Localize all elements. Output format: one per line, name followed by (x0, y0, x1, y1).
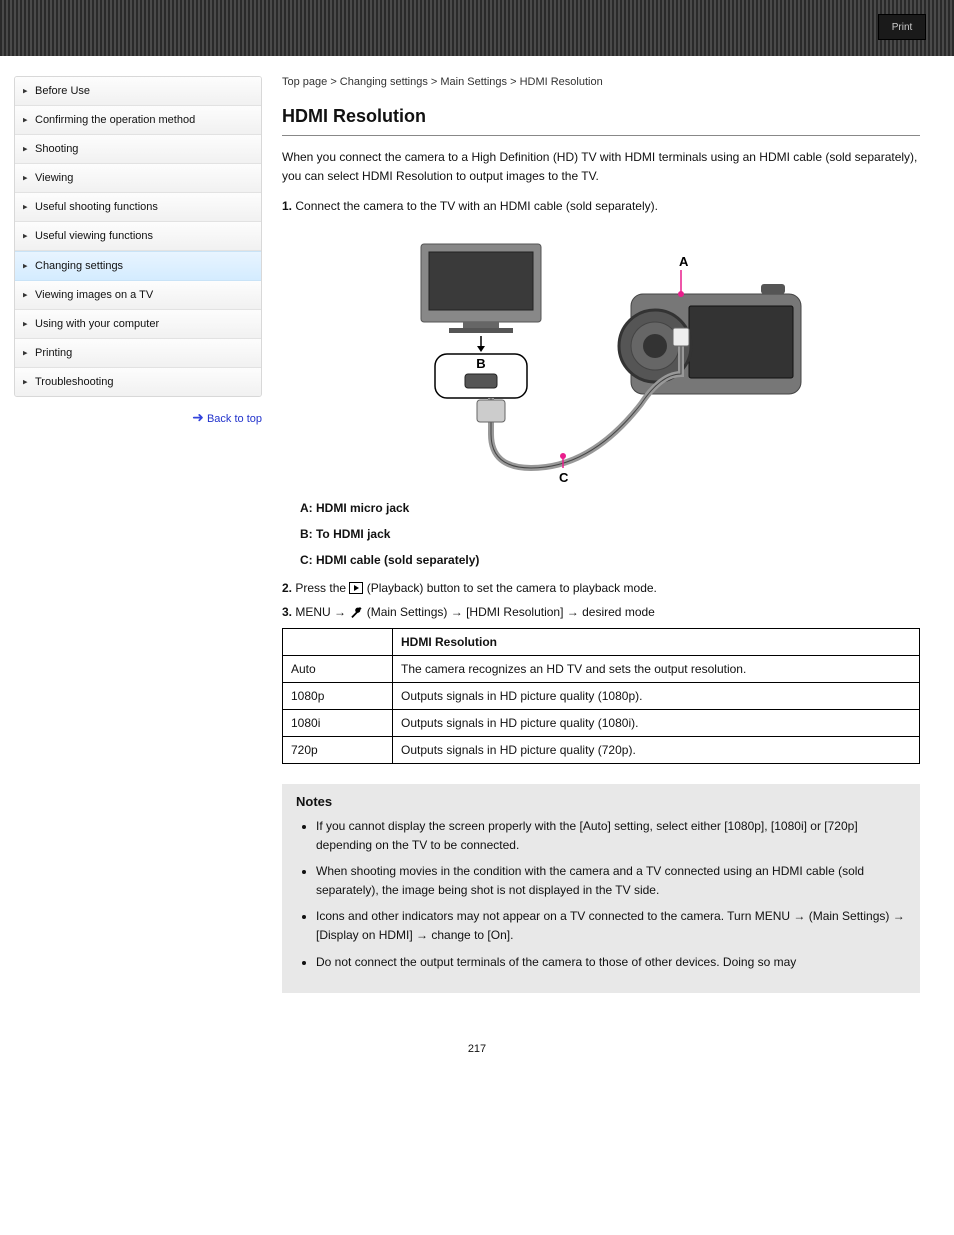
step3-b: (Main Settings) (367, 605, 451, 619)
table-header-cell (283, 628, 393, 655)
resolution-table: HDMI Resolution Auto The camera recogniz… (282, 628, 920, 764)
table-cell: Outputs signals in HD picture quality (1… (393, 682, 920, 709)
step-text-pre: Press the (292, 581, 349, 595)
step3-a: MENU (292, 605, 334, 619)
table-row: 720p Outputs signals in HD picture quali… (283, 736, 920, 763)
arrow-right-icon: ➜ (192, 409, 204, 425)
diagram-label-c: C: HDMI cable (sold separately) (300, 553, 920, 567)
table-cell: Outputs signals in HD picture quality (7… (393, 736, 920, 763)
back-to-top: ➜ Back to top (14, 409, 262, 426)
sidebar-item-label: Changing settings (35, 260, 123, 272)
sidebar-item-printing[interactable]: Printing (15, 339, 261, 368)
table-row: Auto The camera recognizes an HD TV and … (283, 655, 920, 682)
step-text-post: (Playback) button to set the camera to p… (367, 581, 657, 595)
svg-text:A: A (679, 254, 689, 269)
sidebar-item-label: Using with your computer (35, 318, 159, 330)
title-divider (282, 135, 920, 136)
diagram-label-a: A: HDMI micro jack (300, 501, 920, 515)
page-title: HDMI Resolution (282, 106, 920, 127)
list-item: When shooting movies in the condition wi… (316, 862, 906, 899)
notes-box: Notes If you cannot display the screen p… (282, 784, 920, 993)
table-cell: 1080i (283, 709, 393, 736)
sidebar-item-shooting[interactable]: Shooting (15, 135, 261, 164)
table-row: 1080i Outputs signals in HD picture qual… (283, 709, 920, 736)
step-number: 1. (282, 199, 292, 213)
sidebar-item-label: Printing (35, 347, 72, 359)
table-header-cell: HDMI Resolution (393, 628, 920, 655)
main-content: Top page > Changing settings > Main Sett… (282, 76, 940, 993)
sidebar-item-label: Confirming the operation method (35, 114, 195, 126)
step3-d: desired mode (582, 605, 655, 619)
intro-paragraph: When you connect the camera to a High De… (282, 148, 920, 185)
step-number: 2. (282, 581, 292, 595)
back-to-top-link[interactable]: Back to top (207, 413, 262, 425)
sidebar-item-label: Troubleshooting (35, 376, 113, 388)
sidebar-item-useful-viewing[interactable]: Useful viewing functions (15, 222, 261, 251)
step-text: Connect the camera to the TV with an HDM… (292, 199, 658, 213)
sidebar-item-viewing-tv[interactable]: Viewing images on a TV (15, 281, 261, 310)
table-cell: 720p (283, 736, 393, 763)
print-button[interactable]: Print (878, 14, 926, 40)
sidebar-item-viewing[interactable]: Viewing (15, 164, 261, 193)
playback-icon (349, 582, 363, 594)
page-number: 217 (0, 1033, 954, 1075)
table-cell: 1080p (283, 682, 393, 709)
sidebar-item-changing-settings[interactable]: Changing settings (15, 251, 261, 281)
notes-list: If you cannot display the screen properl… (296, 817, 906, 971)
list-item: Do not connect the output terminals of t… (316, 953, 906, 972)
sidebar-item-label: Shooting (35, 143, 78, 155)
sidebar-item-confirming[interactable]: Confirming the operation method (15, 106, 261, 135)
step-3: 3. MENU → (Main Settings) → [HDMI Resolu… (282, 603, 920, 622)
connection-diagram: B A C (282, 224, 920, 487)
top-header-bar: Print (0, 0, 954, 56)
sidebar-item-computer[interactable]: Using with your computer (15, 310, 261, 339)
sidebar-item-label: Useful viewing functions (35, 230, 153, 242)
wrench-icon (349, 606, 363, 618)
list-item: If you cannot display the screen properl… (316, 817, 906, 854)
sidebar-item-useful-shooting[interactable]: Useful shooting functions (15, 193, 261, 222)
step3-c: [HDMI Resolution] (466, 605, 567, 619)
step-2: 2. Press the (Playback) button to set th… (282, 579, 920, 598)
step-number: 3. (282, 605, 292, 619)
svg-text:C: C (559, 470, 569, 484)
table-cell: The camera recognizes an HD TV and sets … (393, 655, 920, 682)
table-cell: Outputs signals in HD picture quality (1… (393, 709, 920, 736)
sidebar-item-label: Viewing (35, 172, 73, 184)
diagram-label-b: B: To HDMI jack (300, 527, 920, 541)
sidebar: Before Use Confirming the operation meth… (14, 76, 262, 426)
step-1: 1. Connect the camera to the TV with an … (282, 197, 920, 216)
sidebar-item-label: Useful shooting functions (35, 201, 158, 213)
list-item: Icons and other indicators may not appea… (316, 907, 906, 944)
breadcrumb: Top page > Changing settings > Main Sett… (282, 76, 920, 88)
table-cell: Auto (283, 655, 393, 682)
sidebar-item-label: Viewing images on a TV (35, 289, 153, 301)
sidebar-item-troubleshooting[interactable]: Troubleshooting (15, 368, 261, 396)
sidebar-item-label: Before Use (35, 85, 90, 97)
table-header-row: HDMI Resolution (283, 628, 920, 655)
sidebar-item-before-use[interactable]: Before Use (15, 77, 261, 106)
notes-title: Notes (296, 794, 906, 809)
table-row: 1080p Outputs signals in HD picture qual… (283, 682, 920, 709)
sidebar-menu: Before Use Confirming the operation meth… (14, 76, 262, 397)
svg-text:B: B (476, 356, 485, 371)
